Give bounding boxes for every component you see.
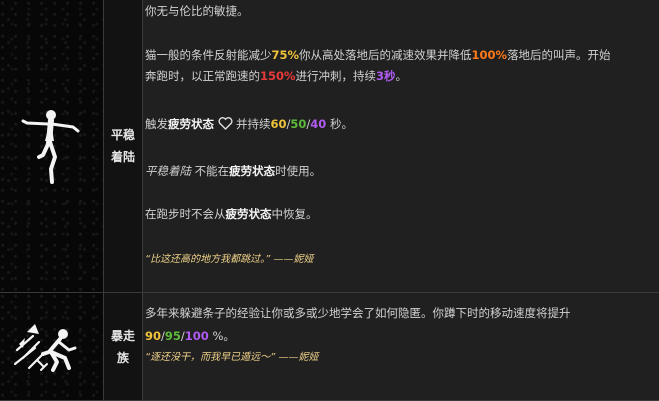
perk-name-cell: 平稳着陆: [104, 0, 143, 292]
perk-description: 你无与伦比的敏捷。 猫一般的条件反射能减少75%你从高处落地后的减速效果并降低1…: [143, 0, 659, 292]
perk-name: 暴走族: [111, 328, 136, 365]
perk-name-reference: 平稳着陆: [145, 164, 191, 178]
perk-name-cell: 暴走族: [104, 293, 143, 400]
text: 猫一般的条件反射能减少: [145, 48, 272, 62]
desc-line-3: 触发疲劳状态 并持续60/50/40 秒。: [145, 117, 353, 131]
desc-line-2: 奔跑时，以正常跑速的150%进行冲刺，持续3秒。: [145, 69, 407, 83]
text: 并持续: [236, 117, 271, 131]
desc-line-2: 90/95/100 %。: [145, 329, 235, 343]
text: 秒。: [326, 117, 353, 131]
balanced-landing-icon: [21, 110, 80, 184]
value-highlight: 150%: [260, 69, 296, 83]
text: 时使用。: [275, 164, 322, 178]
desc-line-1: 猫一般的条件反射能减少75%你从高处落地后的减速效果并降低100%落地后的叫声。…: [145, 48, 611, 62]
text: 不能在: [191, 164, 230, 178]
text: 触发: [145, 117, 168, 131]
value-highlight: 3秒: [376, 69, 396, 83]
tier1-value: 60: [270, 117, 287, 131]
text: 奔跑时，以正常跑速的: [145, 69, 260, 83]
status-keyword: 疲劳状态: [229, 164, 276, 178]
perk-row-urban-evasion: 暴走族 多年来躲避条子的经验让你或多或少地学会了如何隐匿。你蹲下时的移动速度将提…: [0, 293, 659, 401]
heart-icon: [218, 117, 233, 130]
text: %。: [208, 329, 235, 343]
desc-line-4: 平稳着陆 不能在疲劳状态时使用。: [145, 164, 321, 178]
status-keyword: 疲劳状态: [168, 117, 214, 131]
text: 落地后的叫声。开始: [507, 48, 611, 62]
tier2-value: 95: [164, 329, 181, 343]
perk-intro: 你无与伦比的敏捷。: [145, 4, 249, 18]
value-highlight: 100%: [471, 48, 508, 62]
text: 中恢复。: [271, 207, 318, 221]
text: 进行冲刺，持续: [295, 69, 377, 83]
perk-table: 平稳着陆 你无与伦比的敏捷。 猫一般的条件反射能减少75%你从高处落地后的减速效…: [0, 0, 659, 401]
urban-evasion-icon: [13, 324, 77, 372]
tier3-value: 40: [310, 117, 327, 131]
text: 在跑步时不会从: [145, 207, 226, 221]
text: 。: [395, 69, 408, 83]
desc-line-1: 多年来躲避条子的经验让你或多或少地学会了如何隐匿。你蹲下时的移动速度将提升: [145, 306, 571, 320]
perk-icon-cell: [0, 293, 104, 400]
tier3-value: 100: [184, 329, 209, 343]
flavor-quote: “逐还没干，而我早已遁远～” ——妮娅: [145, 352, 319, 363]
tier1-value: 90: [145, 329, 162, 343]
perk-row-balanced-landing: 平稳着陆 你无与伦比的敏捷。 猫一般的条件反射能减少75%你从高处落地后的减速效…: [0, 0, 659, 293]
value-highlight: 75%: [271, 48, 300, 62]
perk-name: 平稳着陆: [111, 128, 136, 164]
text: 你从高处落地后的减速效果并降低: [299, 48, 472, 62]
tier2-value: 50: [290, 117, 307, 131]
status-keyword: 疲劳状态: [225, 207, 272, 221]
flavor-quote: “比这还高的地方我都跳过。” ——妮娅: [145, 254, 314, 265]
desc-line-5: 在跑步时不会从疲劳状态中恢复。: [145, 207, 318, 221]
perk-icon-cell: [0, 0, 104, 292]
perk-description: 多年来躲避条子的经验让你或多或少地学会了如何隐匿。你蹲下时的移动速度将提升 90…: [143, 293, 659, 400]
